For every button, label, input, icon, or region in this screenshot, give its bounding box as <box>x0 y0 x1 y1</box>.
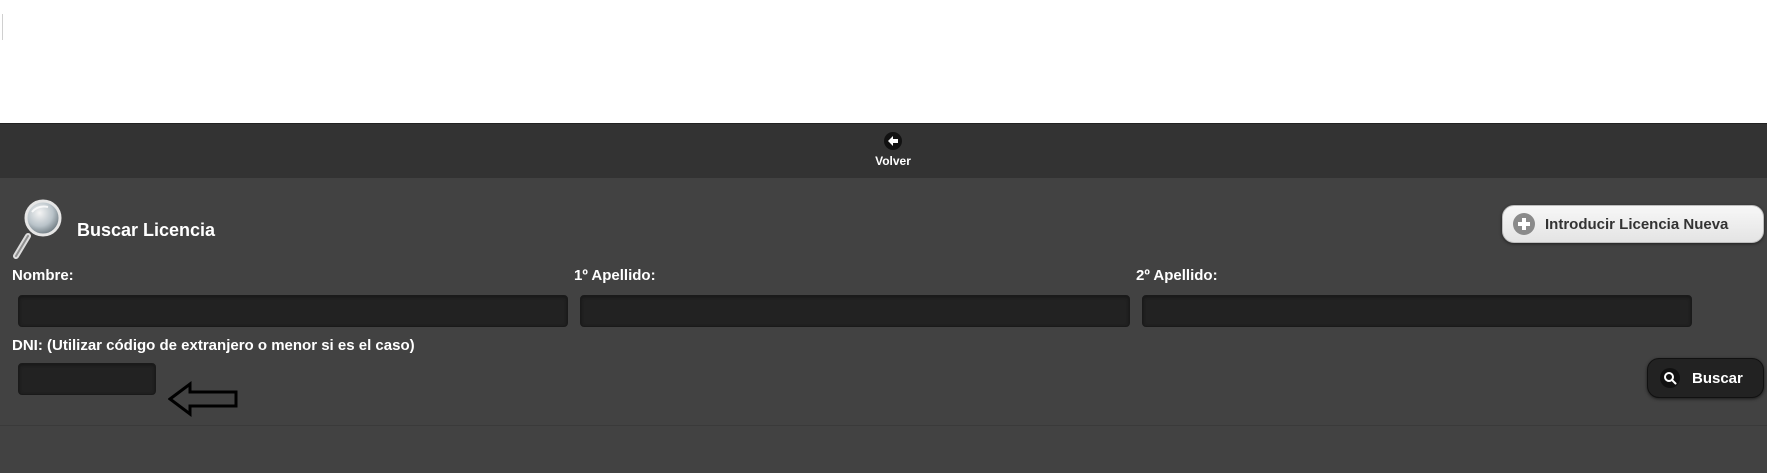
text-cursor-mark <box>2 14 3 40</box>
divider <box>0 425 1767 426</box>
arrow-left-icon <box>884 132 902 150</box>
arrow-left-indicator-icon <box>168 381 238 417</box>
apellido2-input[interactable] <box>1142 295 1692 327</box>
dni-label: DNI: (Utilizar código de extranjero o me… <box>12 337 415 354</box>
apellido1-label: 1º Apellido: <box>574 267 656 284</box>
nombre-label: Nombre: <box>12 267 74 284</box>
page-title: Buscar Licencia <box>77 220 216 240</box>
top-blank-area <box>0 0 1778 123</box>
search-button-label: Buscar <box>1692 369 1743 387</box>
apellido2-label: 2º Apellido: <box>1136 267 1218 284</box>
search-license-panel: Buscar Licencia Introducir Licencia Nuev… <box>0 178 1767 473</box>
dni-input[interactable] <box>18 363 156 395</box>
magnifier-icon <box>13 199 62 259</box>
search-button[interactable]: Buscar <box>1647 358 1764 398</box>
apellido1-input[interactable] <box>580 295 1130 327</box>
new-license-label: Introducir Licencia Nueva <box>1545 215 1729 233</box>
new-license-button[interactable]: Introducir Licencia Nueva <box>1502 205 1764 243</box>
search-icon <box>1660 368 1680 388</box>
plus-circle-icon <box>1513 213 1535 235</box>
nombre-input[interactable] <box>18 295 568 327</box>
header-bar: Volver <box>0 123 1767 179</box>
back-button[interactable]: Volver <box>868 130 918 174</box>
right-margin <box>1768 0 1778 473</box>
back-label: Volver <box>875 154 911 168</box>
